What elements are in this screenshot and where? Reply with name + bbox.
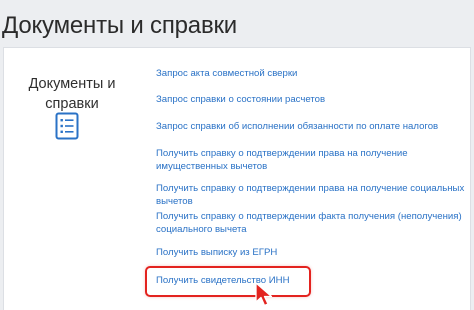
link-tax-payment-fulfillment[interactable]: Запрос справки об исполнении обязанности… <box>156 121 470 134</box>
section-label: Документы и справки <box>28 76 116 112</box>
page-title: Документы и справки <box>2 12 238 39</box>
mouse-cursor-icon <box>255 282 273 307</box>
link-social-deduction-right[interactable]: Получить справку о подтверждении права н… <box>156 183 470 208</box>
documents-panel: Документы и справки Запрос акта совместн… <box>3 47 471 310</box>
link-egrn-extract[interactable]: Получить выписку из ЕГРН <box>156 247 470 260</box>
link-reconciliation-act[interactable]: Запрос акта совместной сверки <box>156 68 470 81</box>
link-social-deduction-fact[interactable]: Получить справку о подтверждении факта п… <box>156 211 470 236</box>
link-property-deduction[interactable]: Получить справку о подтверждении права н… <box>156 148 470 173</box>
link-settlement-status[interactable]: Запрос справки о состоянии расчетов <box>156 94 470 107</box>
document-list-icon <box>55 112 79 140</box>
highlight-frame <box>145 266 311 297</box>
